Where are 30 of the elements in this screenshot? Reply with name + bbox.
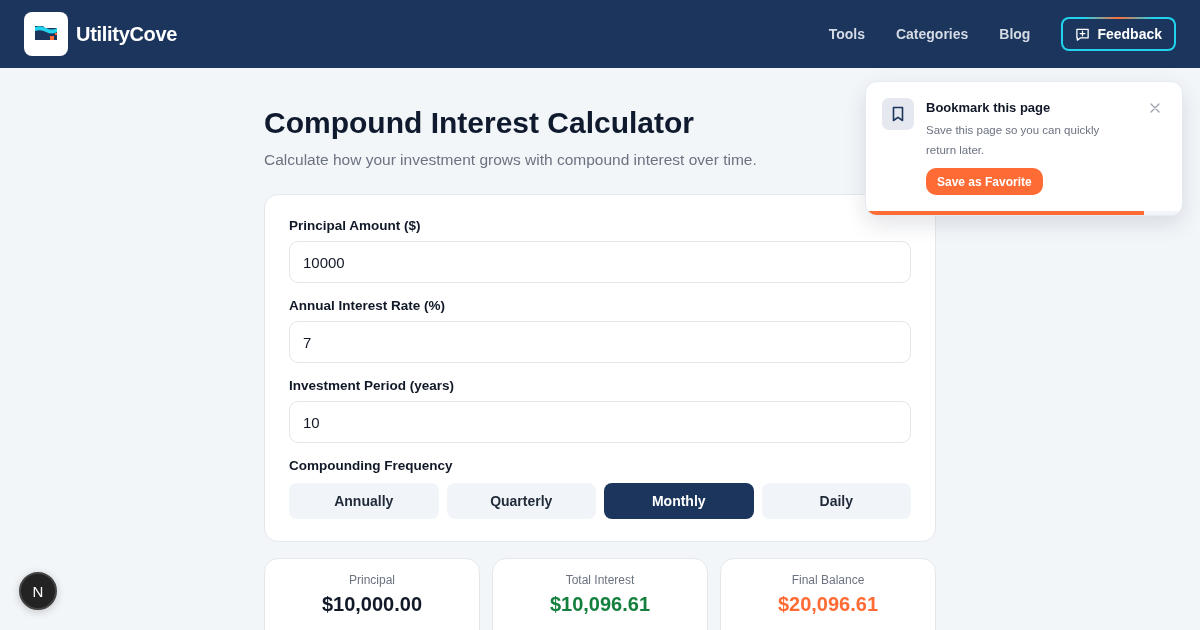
- page-subtitle: Calculate how your investment grows with compound interest over time.: [264, 150, 757, 170]
- result-value: $10,096.61: [549, 592, 651, 617]
- popup-title: Bookmark this page: [926, 99, 1051, 117]
- nav-link[interactable]: Tools: [828, 26, 865, 42]
- result-label: Total Interest: [565, 572, 635, 588]
- frequency-label: Compounding Frequency: [289, 457, 453, 475]
- input-field[interactable]: 10000: [289, 241, 911, 283]
- popup-description: Save this page so you can quickly return later.: [926, 123, 1101, 158]
- feedback-button[interactable]: Feedback: [1061, 17, 1176, 51]
- field-label: Principal Amount ($): [289, 217, 421, 235]
- frequency-option[interactable]: Daily: [761, 483, 911, 519]
- field-label: Investment Period (years): [289, 377, 455, 395]
- result-label: Principal: [349, 572, 395, 588]
- frequency-option[interactable]: Quarterly: [446, 483, 596, 519]
- frequency-option[interactable]: Annually: [289, 483, 439, 519]
- message-plus-icon: [1075, 26, 1091, 42]
- result-value: $20,096.61: [777, 592, 879, 617]
- result-label: Final Balance: [791, 572, 865, 588]
- bookmark-icon: [882, 98, 914, 130]
- page-title: Compound Interest Calculator: [264, 105, 695, 141]
- field-label: Annual Interest Rate (%): [289, 297, 446, 315]
- nav-link[interactable]: Blog: [999, 26, 1031, 42]
- logo-icon[interactable]: [24, 12, 68, 56]
- frequency-option[interactable]: Monthly: [604, 483, 754, 519]
- dev-indicator-button[interactable]: N: [19, 572, 57, 610]
- brand-name[interactable]: UtilityCove: [76, 22, 178, 46]
- input-field[interactable]: 10: [289, 401, 911, 443]
- result-value: $10,000.00: [321, 592, 423, 617]
- input-field[interactable]: 7: [289, 321, 911, 363]
- nav-link[interactable]: Categories: [895, 26, 969, 42]
